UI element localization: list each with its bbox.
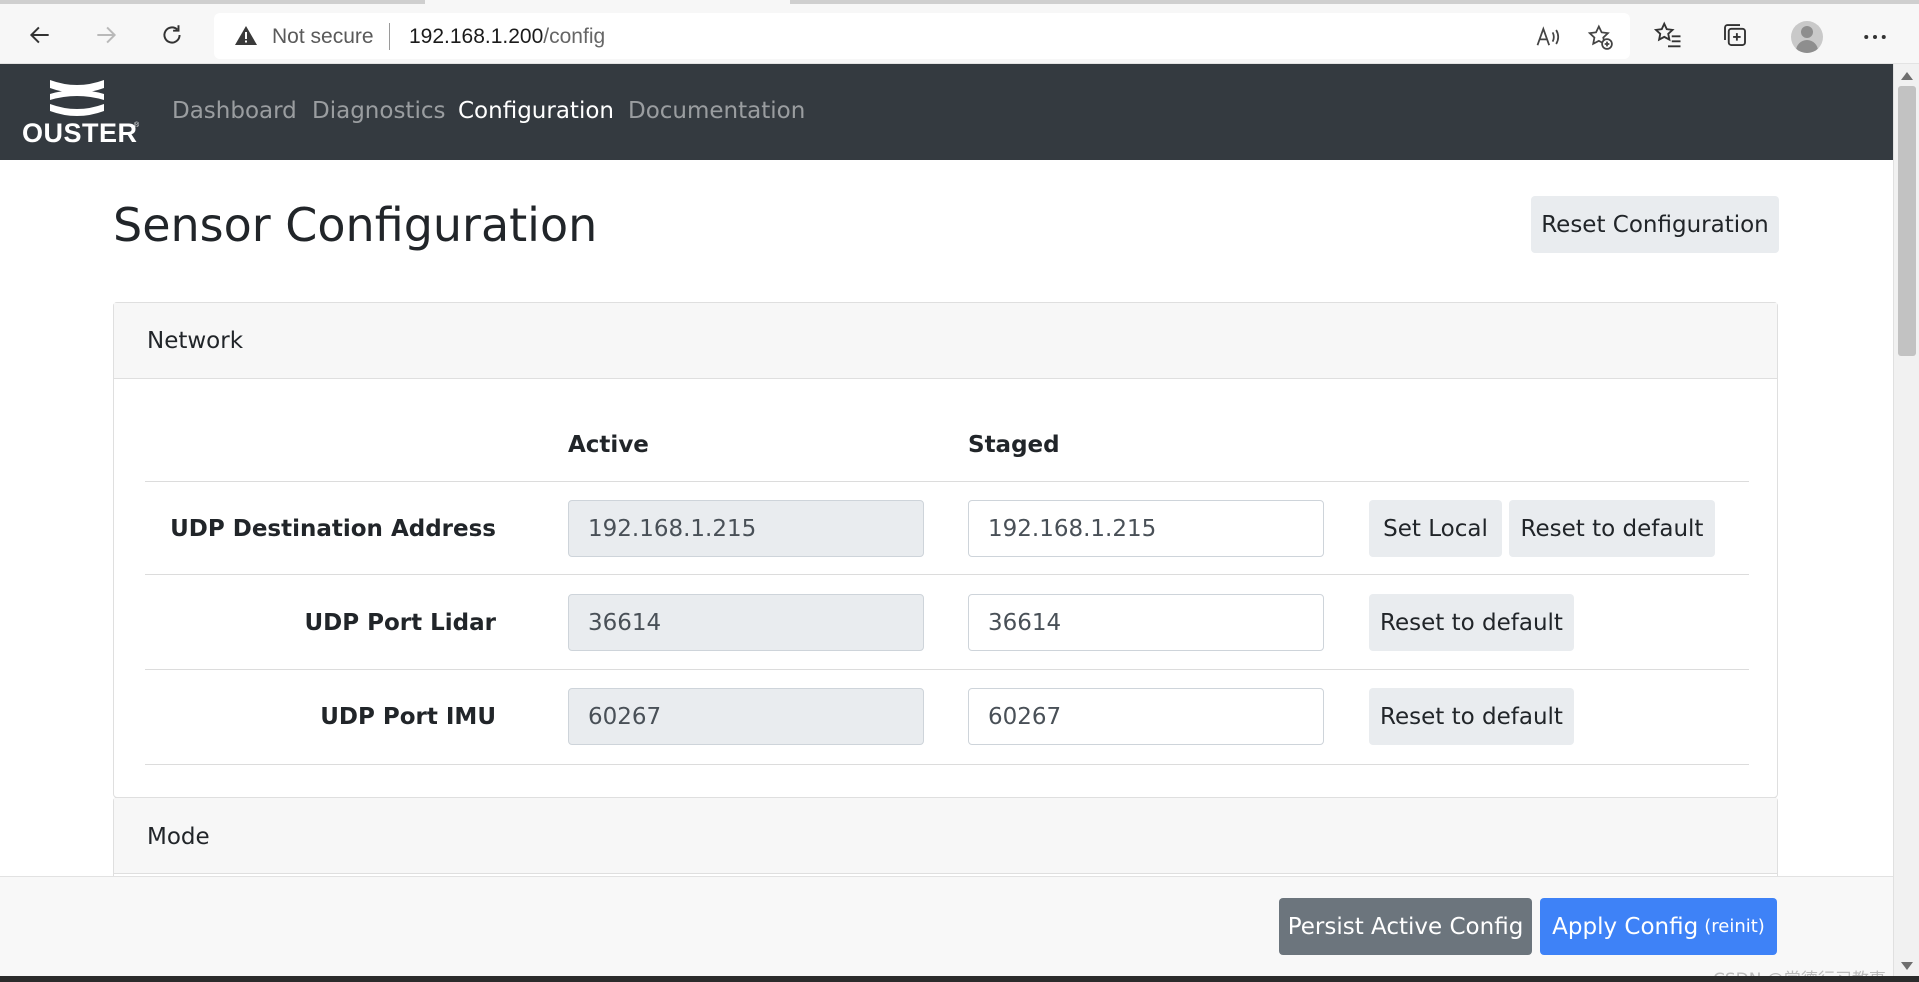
udp-lidar-active-field: 36614 — [568, 594, 924, 651]
page-title: Sensor Configuration — [113, 198, 598, 252]
url-host: 192.168.1.200 — [409, 25, 544, 48]
udp-imu-staged-input[interactable]: 60267 — [968, 688, 1324, 745]
scrollbar-thumb[interactable] — [1898, 86, 1916, 356]
reset-udp-lidar-button[interactable]: Reset to default — [1369, 594, 1574, 651]
brand-mark: ® — [134, 122, 140, 129]
csdn-watermark: CSDN @常德行习教事 — [1713, 965, 1886, 976]
mode-card-header: Mode — [114, 798, 1777, 874]
mode-title: Mode — [147, 824, 210, 850]
row-divider — [145, 574, 1749, 575]
row-divider — [145, 764, 1749, 765]
url-path: /config — [543, 25, 606, 48]
browser-toolbar: Not secure 192.168.1.200/config — [0, 4, 1919, 64]
udp-dest-staged-input[interactable]: 192.168.1.215 — [968, 500, 1324, 557]
nav-configuration[interactable]: Configuration — [458, 98, 614, 124]
nav-diagnostics[interactable]: Diagnostics — [312, 98, 445, 124]
profile-icon[interactable] — [1791, 21, 1823, 53]
network-title: Network — [147, 328, 244, 354]
page-viewport: OUSTER ® Dashboard Diagnostics Configura… — [0, 64, 1893, 976]
set-local-button[interactable]: Set Local — [1369, 500, 1502, 557]
back-icon[interactable] — [21, 16, 59, 54]
forward-icon[interactable] — [87, 16, 125, 54]
page-scrollbar[interactable] — [1893, 64, 1919, 976]
udp-imu-active-field: 60267 — [568, 688, 924, 745]
table-divider — [145, 481, 1749, 482]
row-label-udp-imu: UDP Port IMU — [320, 704, 496, 730]
apply-label: Apply Config — [1552, 913, 1699, 940]
row-divider — [145, 669, 1749, 670]
address-bar[interactable]: Not secure 192.168.1.200/config — [214, 13, 1630, 59]
not-secure-label[interactable]: Not secure — [272, 25, 374, 49]
collections-icon[interactable] — [1720, 20, 1750, 50]
apply-sub-label: (reinit) — [1704, 916, 1765, 937]
refresh-icon[interactable] — [153, 16, 191, 54]
reset-udp-dest-button[interactable]: Reset to default — [1509, 500, 1715, 557]
scroll-up-icon[interactable] — [1901, 72, 1913, 80]
brand-name: OUSTER — [22, 118, 138, 148]
more-icon[interactable] — [1860, 22, 1890, 52]
row-label-udp-dest: UDP Destination Address — [170, 516, 496, 542]
col-staged-header: Staged — [968, 432, 1060, 458]
reset-configuration-button[interactable]: Reset Configuration — [1531, 196, 1779, 253]
nav-documentation[interactable]: Documentation — [628, 98, 805, 124]
ouster-waves-icon — [50, 80, 104, 116]
add-favorite-icon[interactable] — [1586, 23, 1614, 51]
read-aloud-icon[interactable] — [1534, 23, 1562, 51]
col-active-header: Active — [568, 432, 649, 458]
persist-label: Persist Active Config — [1287, 913, 1524, 940]
nav-dashboard[interactable]: Dashboard — [172, 98, 297, 124]
reset-udp-imu-button[interactable]: Reset to default — [1369, 688, 1574, 745]
row-label-udp-lidar: UDP Port Lidar — [304, 610, 496, 636]
apply-config-button[interactable]: Apply Config (reinit) — [1540, 898, 1777, 955]
ouster-logo[interactable]: OUSTER ® — [20, 76, 140, 148]
udp-lidar-staged-input[interactable]: 36614 — [968, 594, 1324, 651]
url-text[interactable]: 192.168.1.200/config — [409, 25, 605, 49]
action-footer: Persist Active Config Apply Config (reini… — [0, 876, 1893, 976]
udp-dest-active-field: 192.168.1.215 — [568, 500, 924, 557]
window-bottom-edge — [0, 976, 1919, 982]
scroll-down-icon[interactable] — [1901, 962, 1913, 970]
address-separator — [389, 23, 390, 50]
warning-icon[interactable] — [234, 24, 258, 48]
favorites-icon[interactable] — [1653, 20, 1683, 50]
persist-active-config-button[interactable]: Persist Active Config — [1279, 898, 1532, 955]
network-card-header: Network — [114, 303, 1777, 379]
app-navbar: OUSTER ® Dashboard Diagnostics Configura… — [0, 64, 1893, 160]
